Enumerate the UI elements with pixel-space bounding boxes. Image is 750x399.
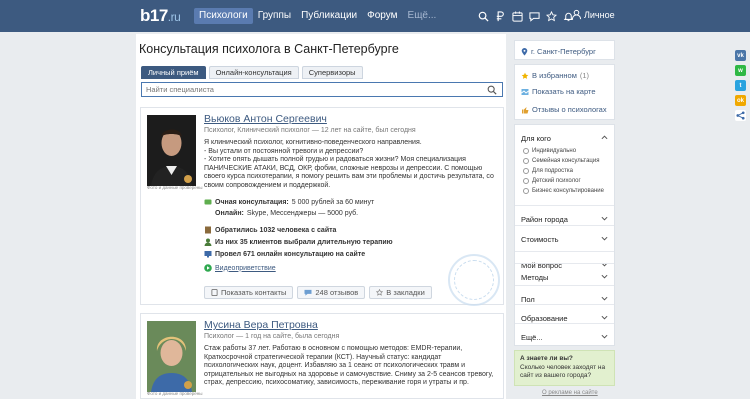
specialist-name[interactable]: Вьюков Антон Сергеевич — [204, 113, 327, 125]
verified-label: Фото и данные проверены — [147, 391, 203, 396]
stat-long-therapy: Из них 35 клиентов выбрали длительную те… — [204, 238, 393, 246]
chat-icon[interactable] — [527, 9, 541, 23]
thumbs-up-icon — [521, 106, 529, 114]
did-you-know-text: Сколько человек заходят на сайт из вашег… — [520, 364, 606, 379]
chevron-down-icon — [601, 216, 608, 221]
top-bar: b17.ru Психологи Группы Публикации Форум… — [0, 0, 750, 32]
specialist-photo[interactable] — [147, 321, 196, 392]
ruble-icon[interactable] — [493, 9, 507, 23]
location-box: г. Санкт-Петербург — [514, 40, 615, 60]
specialist-card: Фото и данные проверены Мусина Вера Петр… — [140, 313, 504, 399]
reviews-link[interactable]: Отзывы о психологах — [521, 105, 607, 114]
search-icon[interactable] — [476, 9, 490, 23]
filter-title[interactable]: Для кого — [521, 134, 551, 143]
star-icon — [521, 72, 529, 80]
filter-more[interactable]: Ещё... — [515, 323, 614, 349]
tab-supervisors[interactable]: Супервизоры — [301, 66, 363, 79]
chevron-down-icon — [601, 334, 608, 339]
map-link[interactable]: Показать на карте — [521, 87, 596, 96]
nav-forum[interactable]: Форум — [362, 8, 402, 24]
chevron-down-icon — [601, 296, 608, 301]
advertising-link[interactable]: О рекламе на сайте — [542, 390, 598, 396]
favorites-link[interactable]: В избранном (1) — [521, 71, 589, 80]
card-actions: Показать контакты 248 отзывов В закладки — [204, 286, 432, 299]
option-individual[interactable]: Индивидуально — [523, 148, 576, 154]
specialist-card: Фото и данные проверены Вьюков Антон Сер… — [140, 107, 504, 306]
page-title: Консультация психолога в Санкт-Петербург… — [139, 42, 399, 56]
share-icon[interactable] — [735, 110, 746, 121]
ok-icon[interactable]: ok — [735, 95, 746, 106]
specialist-meta: Психолог — 1 год на сайте, была сегодня — [204, 333, 340, 340]
star-icon[interactable] — [544, 9, 558, 23]
did-you-know-title: А знаете ли вы? — [520, 355, 573, 362]
whatsapp-icon[interactable]: w — [735, 65, 746, 76]
monitor-icon — [204, 250, 212, 258]
map-icon — [521, 88, 529, 96]
nav-psychologists[interactable]: Психологи — [194, 8, 253, 24]
specialist-meta: Психолог, Клинический психолог — 12 лет … — [204, 127, 416, 134]
filter-for-whom: Для кого Индивидуально Семейная консульт… — [515, 125, 614, 203]
speech-icon — [304, 289, 312, 296]
telegram-icon[interactable]: t — [735, 80, 746, 91]
star-icon — [376, 289, 384, 296]
did-you-know-box[interactable]: А знаете ли вы? Сколько человек заходят … — [514, 350, 615, 386]
filters-panel: Для кого Индивидуально Семейная консульт… — [514, 124, 615, 346]
search-icon[interactable] — [487, 85, 497, 95]
site-logo[interactable]: b17.ru — [140, 6, 181, 26]
option-child[interactable]: Детский психолог — [523, 178, 581, 184]
play-icon — [204, 264, 212, 272]
specialist-name[interactable]: Мусина Вера Петровна — [204, 319, 318, 331]
option-family[interactable]: Семейная консультация — [523, 158, 599, 164]
online-price: Онлайн: Skype, Мессенджеры — 5000 руб. — [215, 210, 359, 217]
user-icon[interactable] — [571, 9, 582, 20]
filter-price[interactable]: Стоимость — [515, 225, 614, 251]
search-input[interactable] — [142, 83, 472, 96]
bookmark-button[interactable]: В закладки — [369, 286, 432, 299]
quick-links-box: В избранном (1) Показать на карте Отзывы … — [514, 64, 615, 120]
option-business[interactable]: Бизнес консультирование — [523, 188, 604, 194]
tab-online[interactable]: Онлайн-консультация — [208, 66, 299, 79]
specialist-search — [141, 82, 503, 97]
clients-icon — [204, 226, 212, 234]
chevron-up-icon[interactable] — [601, 135, 608, 140]
chevron-down-icon — [601, 315, 608, 320]
stat-clients: Обратились 1032 человека с сайта — [204, 226, 336, 234]
account-link[interactable]: Личное — [584, 10, 615, 20]
stat-online: Провел 671 онлайн консультацию на сайте — [204, 250, 365, 258]
contact-icon — [211, 289, 218, 296]
nav-more[interactable]: Ещё... — [403, 8, 442, 24]
video-greeting-link[interactable]: Видеоприветствие — [204, 264, 276, 272]
money-icon — [204, 198, 212, 206]
pin-icon — [521, 47, 528, 56]
tab-in-person[interactable]: Личный приём — [141, 66, 206, 79]
reviews-button[interactable]: 248 отзывов — [297, 286, 366, 299]
vk-icon[interactable]: vk — [735, 50, 746, 61]
calendar-icon[interactable] — [510, 9, 524, 23]
verified-label: Фото и данные проверены — [147, 185, 203, 190]
location-link[interactable]: г. Санкт-Петербург — [521, 47, 596, 56]
consultation-tabs: Личный приём Онлайн-консультация Суперви… — [141, 66, 363, 79]
specialist-description: Я клинический психолог, когнитивно-повед… — [204, 139, 494, 189]
specialist-description: Стаж работы 37 лет. Работаю в основном с… — [204, 345, 494, 386]
specialist-photo[interactable] — [147, 115, 196, 186]
option-teen[interactable]: Для подростка — [523, 168, 573, 174]
person-icon — [204, 238, 212, 246]
nav-publications[interactable]: Публикации — [296, 8, 362, 24]
chevron-down-icon — [601, 274, 608, 279]
share-bar: vk w t ok — [735, 50, 746, 121]
nav-groups[interactable]: Группы — [253, 8, 296, 24]
verified-stamp-inner — [454, 260, 494, 300]
in-person-price: Очная консультация: 5 000 рублей за 60 ми… — [204, 198, 374, 206]
main-nav: Психологи Группы Публикации Форум Ещё... — [194, 8, 441, 24]
chevron-down-icon — [601, 236, 608, 241]
show-contacts-button[interactable]: Показать контакты — [204, 286, 294, 299]
